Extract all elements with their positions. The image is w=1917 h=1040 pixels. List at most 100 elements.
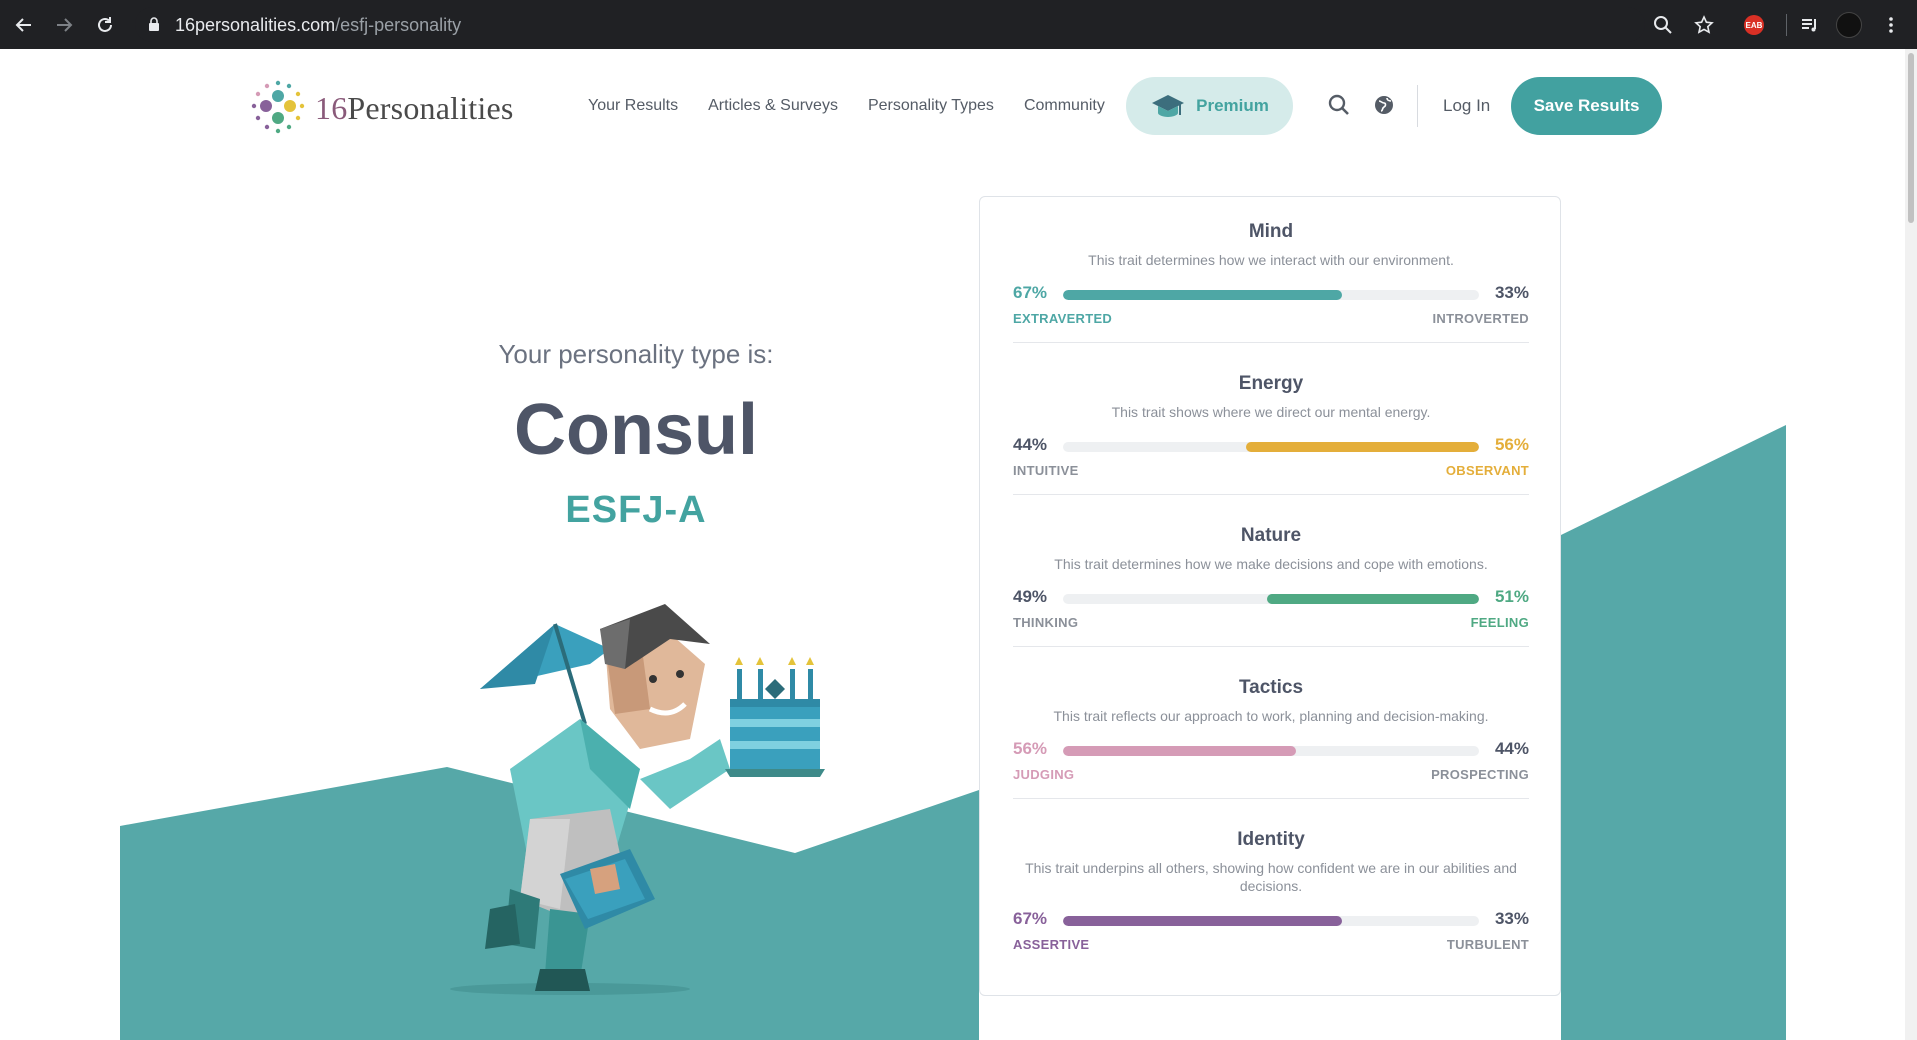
trait-left-percent: 67%	[1013, 283, 1048, 302]
login-link[interactable]: Log In	[1443, 96, 1490, 116]
extension-icon[interactable]: EAB	[1741, 12, 1767, 38]
trait-right-percent: 44%	[1494, 739, 1529, 758]
trait-right-percent: 33%	[1494, 283, 1529, 302]
nav-personality-types[interactable]: Personality Types	[868, 97, 994, 115]
trait-divider	[1013, 798, 1529, 799]
trait-bar-fill	[1063, 290, 1342, 300]
forward-icon[interactable]	[51, 12, 77, 38]
trait-right-percent: 56%	[1494, 435, 1529, 454]
trait-description: This trait underpins all others, showing…	[1025, 860, 1517, 894]
back-icon[interactable]	[11, 12, 37, 38]
trait-bar-track	[1063, 442, 1479, 452]
consul-character-illustration	[450, 604, 825, 995]
trait-labels: THINKING FEELING	[1013, 615, 1529, 633]
nav-community[interactable]: Community	[1024, 97, 1105, 115]
nav-your-results[interactable]: Your Results	[588, 97, 678, 115]
trait-bar-fill	[1246, 442, 1479, 452]
trait-nature: Nature This trait determines how we make …	[1013, 525, 1529, 647]
page-content: 16Personalities Your Results Articles & …	[0, 49, 1905, 1040]
trait-description: This trait determines how we make decisi…	[1054, 556, 1488, 572]
trait-right-label: PROSPECTING	[1431, 767, 1529, 782]
trait-bar-track	[1063, 290, 1479, 300]
graduation-cap-icon	[1152, 95, 1185, 117]
trait-bar-row: 49% 51%	[1013, 587, 1529, 609]
trait-labels: EXTRAVERTED INTROVERTED	[1013, 311, 1529, 329]
trait-bar-track	[1063, 916, 1479, 926]
trait-title: Nature	[1240, 525, 1302, 546]
trait-description: This trait determines how we interact wi…	[1088, 252, 1454, 268]
trait-left-percent: 67%	[1013, 909, 1048, 928]
trait-bar-fill	[1063, 916, 1342, 926]
personality-type-code: ESFJ-A	[565, 489, 707, 531]
globe-icon[interactable]	[1372, 93, 1396, 117]
trait-bar-fill	[1266, 594, 1479, 604]
trait-bar-row: 67% 33%	[1013, 283, 1529, 305]
trait-labels: ASSERTIVE TURBULENT	[1013, 937, 1529, 955]
trait-right-label: INTROVERTED	[1432, 311, 1529, 326]
url-path: /esfj-personality	[335, 15, 462, 35]
nav-articles-surveys[interactable]: Articles & Surveys	[708, 97, 838, 115]
trait-tactics: Tactics This trait reflects our approach …	[1013, 677, 1529, 799]
type-intro-text: Your personality type is:	[498, 339, 774, 369]
scrollbar-thumb[interactable]	[1908, 53, 1914, 223]
trait-left-label: THINKING	[1013, 615, 1079, 630]
trait-mind: Mind This trait determines how we interac…	[1013, 221, 1529, 343]
lock-icon	[149, 17, 159, 31]
trait-labels: JUDGING PROSPECTING	[1013, 767, 1529, 785]
zoom-icon[interactable]	[1650, 12, 1676, 38]
page-scrollbar[interactable]	[1905, 49, 1917, 1040]
media-control-icon[interactable]	[1797, 12, 1823, 38]
logo-wordmark: 16Personalities	[315, 90, 514, 127]
bookmark-star-icon[interactable]	[1691, 12, 1717, 38]
reload-icon[interactable]	[92, 12, 118, 38]
trait-right-label: OBSERVANT	[1445, 463, 1529, 478]
trait-right-percent: 33%	[1494, 909, 1529, 928]
trait-right-label: TURBULENT	[1446, 937, 1529, 952]
main-nav: Your Results Articles & Surveys Personal…	[588, 97, 1105, 115]
address-bar[interactable]: 16personalities.com/esfj-personality	[135, 7, 1645, 42]
trait-bar-fill	[1063, 746, 1296, 756]
hero-background-shape	[120, 425, 1786, 1040]
logo-name: Personalities	[347, 89, 514, 126]
trait-bar-track	[1063, 746, 1479, 756]
header-divider	[1417, 85, 1418, 127]
profile-avatar[interactable]	[1836, 12, 1862, 38]
url-text: 16personalities.com/esfj-personality	[175, 15, 461, 36]
trait-title: Tactics	[1238, 677, 1304, 698]
trait-left-percent: 49%	[1013, 587, 1048, 606]
trait-left-percent: 44%	[1013, 435, 1048, 454]
trait-title: Identity	[1237, 829, 1305, 850]
premium-button[interactable]: Premium	[1126, 77, 1293, 135]
url-domain: 16personalities.com	[175, 15, 336, 35]
logo-dots-icon	[251, 80, 305, 134]
trait-left-percent: 56%	[1013, 739, 1048, 758]
trait-divider	[1013, 342, 1529, 343]
menu-kebab-icon[interactable]	[1878, 12, 1904, 38]
trait-title: Mind	[1248, 221, 1294, 242]
premium-label: Premium	[1196, 96, 1269, 115]
trait-energy: Energy This trait shows where we direct o…	[1013, 373, 1529, 495]
traits-card: Mind This trait determines how we interac…	[979, 196, 1561, 996]
trait-bar-track	[1063, 594, 1479, 604]
save-results-button[interactable]: Save Results	[1511, 77, 1662, 135]
trait-bar-row: 44% 56%	[1013, 435, 1529, 457]
trait-divider	[1013, 494, 1529, 495]
trait-right-percent: 51%	[1494, 587, 1529, 606]
trait-description: This trait reflects our approach to work…	[1053, 708, 1489, 724]
browser-toolbar: 16personalities.com/esfj-personality EAB	[0, 0, 1917, 49]
trait-divider	[1013, 646, 1529, 647]
trait-left-label: EXTRAVERTED	[1013, 311, 1113, 326]
search-icon[interactable]	[1327, 93, 1351, 117]
avatar	[1836, 12, 1862, 38]
trait-bar-row: 56% 44%	[1013, 739, 1529, 761]
trait-description: This trait shows where we direct our men…	[1111, 404, 1431, 420]
trait-bar-row: 67% 33%	[1013, 909, 1529, 931]
trait-identity: Identity This trait underpins all others,…	[1013, 829, 1529, 955]
trait-title: Energy	[1238, 373, 1304, 394]
extension-badge: EAB	[1744, 15, 1764, 35]
trait-left-label: ASSERTIVE	[1013, 937, 1090, 952]
site-logo[interactable]: 16Personalities	[247, 77, 514, 139]
toolbar-divider	[1786, 14, 1787, 36]
trait-left-label: JUDGING	[1013, 767, 1075, 782]
logo-number: 16	[315, 89, 348, 126]
